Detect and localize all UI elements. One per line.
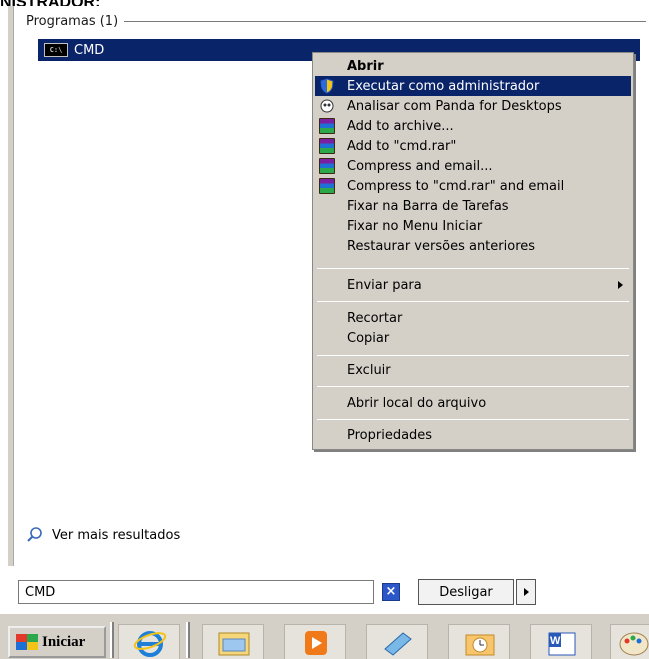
- shutdown-button[interactable]: Desligar: [418, 579, 514, 605]
- menu-item-label: Excluir: [347, 362, 391, 378]
- menu-item-label: Compress to "cmd.rar" and email: [347, 178, 565, 194]
- menu-separator: [317, 386, 629, 387]
- menu-item-label: Abrir local do arquivo: [347, 395, 487, 411]
- context-menu: Abrir Executar como administrador Analis…: [312, 52, 634, 450]
- paint-icon: [619, 632, 649, 656]
- menu-item-run-as-admin[interactable]: Executar como administrador: [315, 76, 631, 96]
- shield-icon: [320, 78, 334, 94]
- winrar-icon: [319, 158, 335, 174]
- menu-item-label: Fixar na Barra de Tarefas: [347, 198, 509, 214]
- taskbar-separator: [186, 622, 190, 658]
- program-label: CMD: [74, 42, 105, 58]
- programs-group-header: Programas (1): [26, 12, 646, 30]
- panda-icon: [320, 99, 334, 113]
- menu-item-cut[interactable]: Recortar: [315, 308, 631, 328]
- see-more-results-link[interactable]: Ver mais resultados: [26, 526, 180, 544]
- menu-item-label: Compress and email...: [347, 158, 493, 174]
- close-icon: ×: [385, 584, 397, 599]
- taskbar-item-internet-explorer[interactable]: [118, 624, 180, 659]
- menu-item-restore-versions[interactable]: Restaurar versões anteriores: [315, 236, 631, 256]
- menu-separator: [317, 301, 629, 302]
- windows-logo-icon: [16, 634, 38, 650]
- menu-item-add-to-archive[interactable]: Add to archive...: [315, 116, 631, 136]
- svg-text:W: W: [550, 635, 561, 647]
- menu-item-label: Restaurar versões anteriores: [347, 238, 536, 254]
- taskbar: Iniciar W: [0, 613, 649, 659]
- menu-item-label: Copiar: [347, 330, 390, 346]
- menu-item-label: Add to "cmd.rar": [347, 138, 457, 154]
- taskbar-item-outlook[interactable]: [448, 624, 510, 659]
- menu-item-compress-email[interactable]: Compress and email...: [315, 156, 631, 176]
- group-divider: [124, 20, 646, 22]
- menu-item-copy[interactable]: Copiar: [315, 328, 631, 348]
- winrar-icon: [319, 138, 335, 154]
- menu-item-label: Recortar: [347, 310, 403, 326]
- menu-separator: [317, 419, 629, 420]
- outlook-icon: [465, 634, 495, 656]
- menu-left-border: [8, 6, 14, 566]
- internet-explorer-icon: [133, 631, 167, 657]
- menu-item-label: Fixar no Menu Iniciar: [347, 218, 483, 234]
- menu-item-label: Enviar para: [347, 277, 422, 293]
- shutdown-options-button[interactable]: [516, 579, 536, 605]
- word-icon: W: [548, 632, 576, 656]
- menu-item-pin-start[interactable]: Fixar no Menu Iniciar: [315, 216, 631, 236]
- menu-item-label: Propriedades: [347, 427, 433, 443]
- taskbar-grip: [110, 622, 114, 658]
- menu-item-pin-taskbar[interactable]: Fixar na Barra de Tarefas: [315, 196, 631, 216]
- notepad-icon: [384, 632, 412, 656]
- menu-item-panda-scan[interactable]: Analisar com Panda for Desktops: [315, 96, 631, 116]
- shutdown-label: Desligar: [439, 584, 493, 600]
- taskbar-item-word[interactable]: W: [530, 624, 592, 659]
- menu-item-add-to-cmd-rar[interactable]: Add to "cmd.rar": [315, 136, 631, 156]
- menu-separator: [317, 268, 629, 269]
- menu-item-open-file-location[interactable]: Abrir local do arquivo: [315, 393, 631, 413]
- cmd-icon: C:\: [44, 43, 68, 57]
- taskbar-item-media-player[interactable]: [284, 624, 346, 659]
- menu-item-label: Analisar com Panda for Desktops: [347, 98, 562, 114]
- menu-item-abrir[interactable]: Abrir: [315, 56, 631, 76]
- start-button[interactable]: Iniciar: [8, 626, 106, 658]
- taskbar-item-paint[interactable]: [610, 624, 649, 659]
- search-input-value: CMD: [25, 584, 56, 600]
- see-more-results-label: Ver mais resultados: [52, 527, 181, 543]
- menu-item-delete[interactable]: Excluir: [315, 360, 631, 380]
- media-player-icon: [305, 631, 327, 655]
- menu-item-send-to[interactable]: Enviar para: [315, 275, 631, 295]
- menu-item-label: Executar como administrador: [347, 78, 540, 94]
- clear-search-button[interactable]: ×: [382, 583, 400, 601]
- menu-item-label: Abrir: [347, 58, 384, 74]
- winrar-icon: [319, 178, 335, 194]
- start-search-input[interactable]: CMD: [18, 580, 374, 604]
- taskbar-item-explorer[interactable]: [202, 624, 264, 659]
- submenu-arrow-icon: [618, 281, 623, 289]
- menu-separator: [317, 355, 629, 356]
- menu-item-properties[interactable]: Propriedades: [315, 425, 631, 445]
- winrar-icon: [319, 118, 335, 134]
- menu-item-label: Add to archive...: [347, 118, 454, 134]
- taskbar-item-notepad[interactable]: [366, 624, 428, 659]
- windows-explorer-icon: [218, 632, 250, 656]
- menu-item-compress-to-cmd-rar-email[interactable]: Compress to "cmd.rar" and email: [315, 176, 631, 196]
- start-label: Iniciar: [42, 633, 86, 650]
- programs-group-label: Programas (1): [26, 13, 119, 29]
- search-icon: [27, 527, 42, 542]
